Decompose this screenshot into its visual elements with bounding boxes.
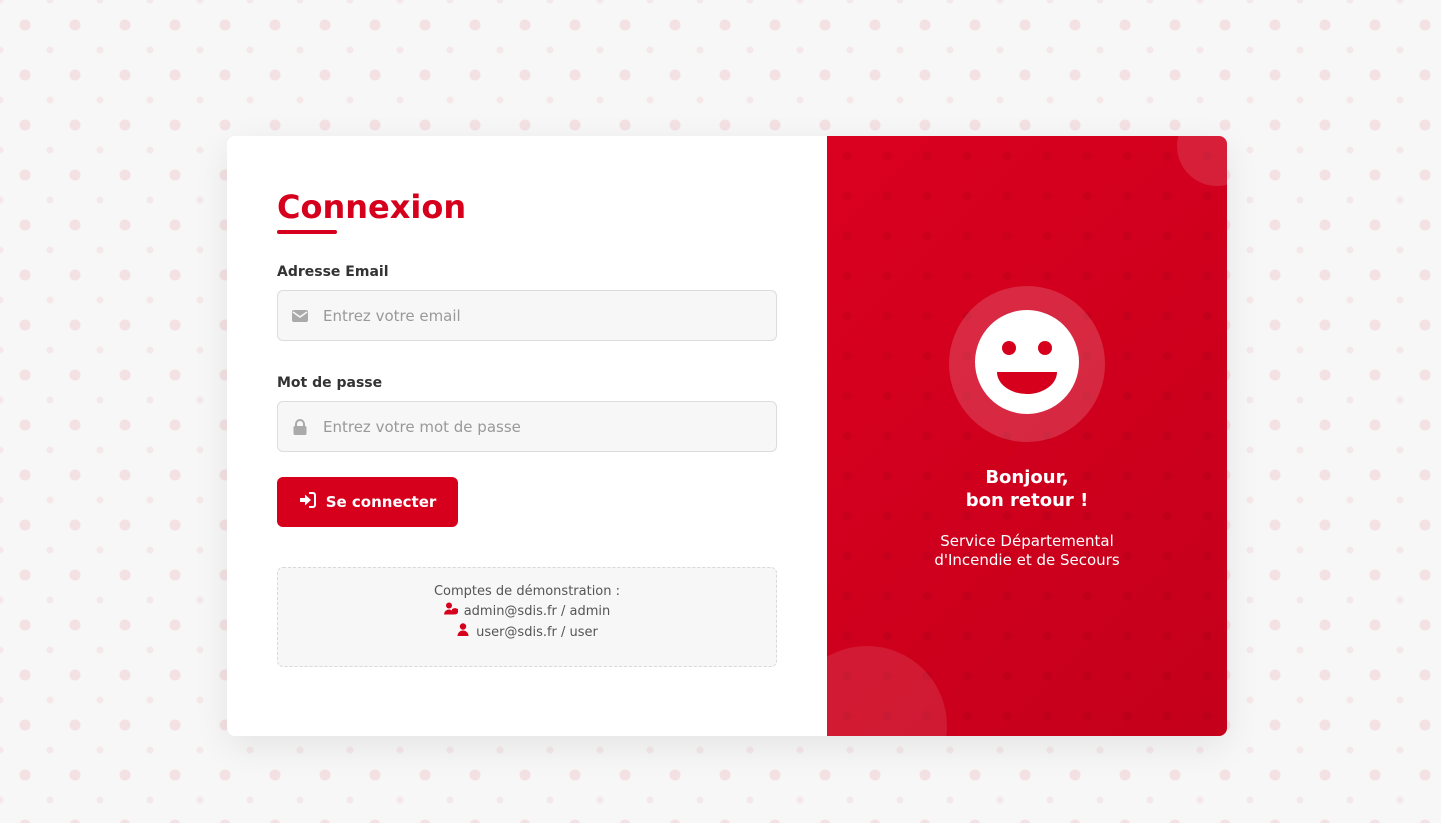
demo-accounts-box: Comptes de démonstration : admin@sdis.fr… <box>277 567 777 667</box>
service-line-1: Service Départemental <box>940 532 1114 550</box>
user-icon <box>456 622 470 643</box>
lock-icon <box>292 419 308 435</box>
demo-account-admin: admin@sdis.fr / admin <box>278 601 776 622</box>
login-card: Connexion Adresse Email Mot de passe Se … <box>227 136 1227 736</box>
service-line-2: d'Incendie et de Secours <box>934 551 1120 569</box>
demo-accounts-title: Comptes de démonstration : <box>433 584 621 599</box>
email-label: Adresse Email <box>277 264 389 280</box>
email-field-wrapper <box>277 290 777 341</box>
title-underline <box>277 230 337 234</box>
welcome-greeting: Bonjour, bon retour ! <box>827 466 1227 512</box>
smiley-icon <box>975 310 1079 414</box>
email-input[interactable] <box>278 291 776 340</box>
envelope-icon <box>292 308 308 324</box>
login-button-label: Se connecter <box>325 493 437 511</box>
password-input[interactable] <box>278 402 776 451</box>
greeting-line-2: bon retour ! <box>965 490 1089 511</box>
password-field-wrapper <box>277 401 777 452</box>
sign-in-icon <box>299 492 316 512</box>
page-title: Connexion <box>277 188 467 226</box>
service-name: Service Départemental d'Incendie et de S… <box>827 532 1227 570</box>
user-shield-icon <box>443 601 458 622</box>
login-panel: Connexion Adresse Email Mot de passe Se … <box>227 136 827 736</box>
password-label: Mot de passe <box>277 375 383 391</box>
demo-account-admin-text: admin@sdis.fr / admin <box>463 604 611 619</box>
greeting-line-1: Bonjour, <box>985 467 1069 488</box>
demo-account-user-text: user@sdis.fr / user <box>476 625 598 640</box>
smiley-ring <box>949 286 1105 442</box>
welcome-panel: Bonjour, bon retour ! Service Départemen… <box>827 136 1227 736</box>
login-button[interactable]: Se connecter <box>277 477 458 527</box>
demo-account-user: user@sdis.fr / user <box>278 622 776 643</box>
